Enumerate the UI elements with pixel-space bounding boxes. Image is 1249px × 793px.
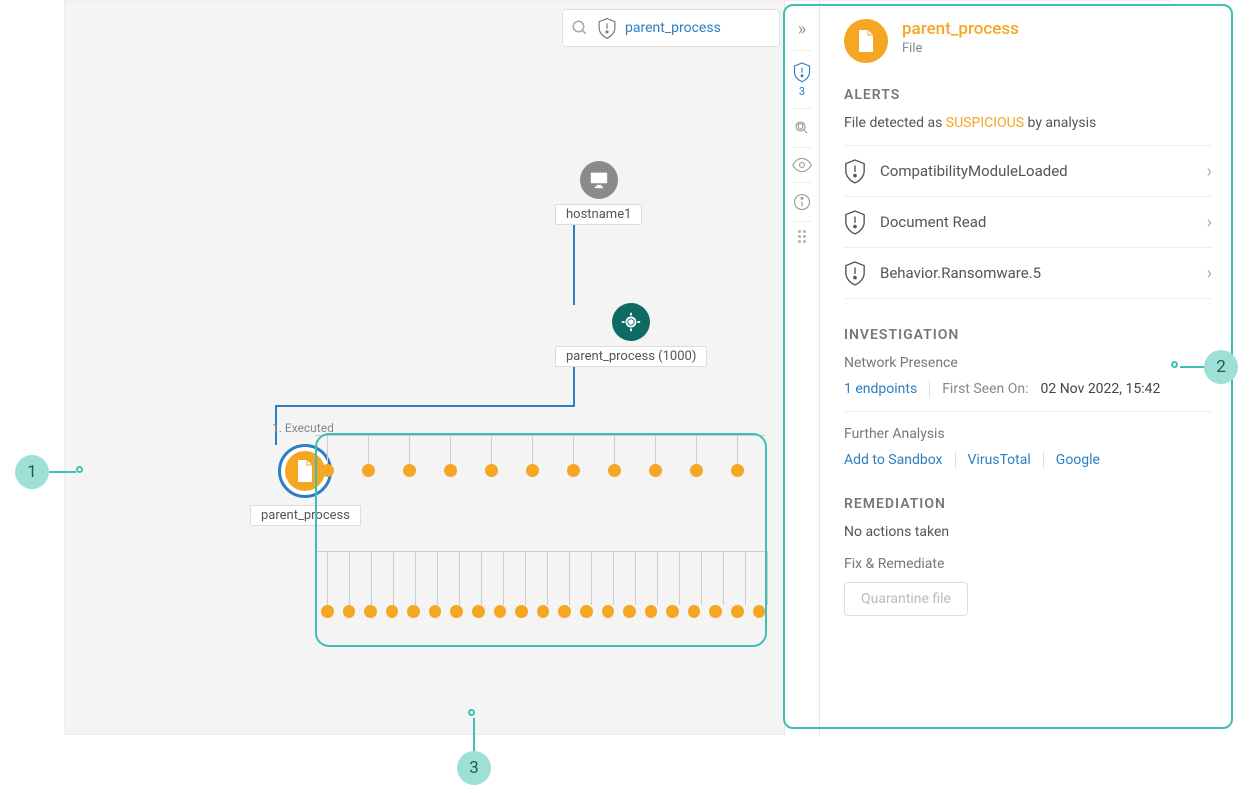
alert-shield-icon (597, 17, 617, 39)
search-query: parent_process (625, 20, 721, 36)
callout-dot (1171, 361, 1178, 368)
edge (573, 363, 575, 405)
highlight-panel (783, 4, 1233, 729)
callout-3: 3 (457, 751, 491, 785)
callout-1: 1 (15, 455, 49, 489)
node-process-label: parent_process (1000) (555, 346, 707, 367)
callout-line (49, 471, 76, 473)
highlight-events (315, 433, 767, 647)
callout-line (1180, 366, 1204, 368)
graph-canvas[interactable]: parent_process hostname1 parent_process … (64, 0, 1172, 735)
search-bar[interactable]: parent_process (562, 9, 780, 47)
node-host[interactable]: hostname1 (555, 161, 642, 225)
edge (573, 219, 575, 305)
node-host-label: hostname1 (555, 204, 642, 225)
callout-line (473, 718, 475, 751)
callout-2: 2 (1204, 350, 1238, 384)
edge (275, 405, 575, 407)
monitor-icon (580, 161, 618, 199)
target-icon (612, 303, 650, 341)
node-process[interactable]: parent_process (1000) (555, 303, 707, 367)
search-icon (571, 19, 589, 37)
callout-dot (76, 466, 83, 473)
callout-dot (468, 709, 475, 716)
